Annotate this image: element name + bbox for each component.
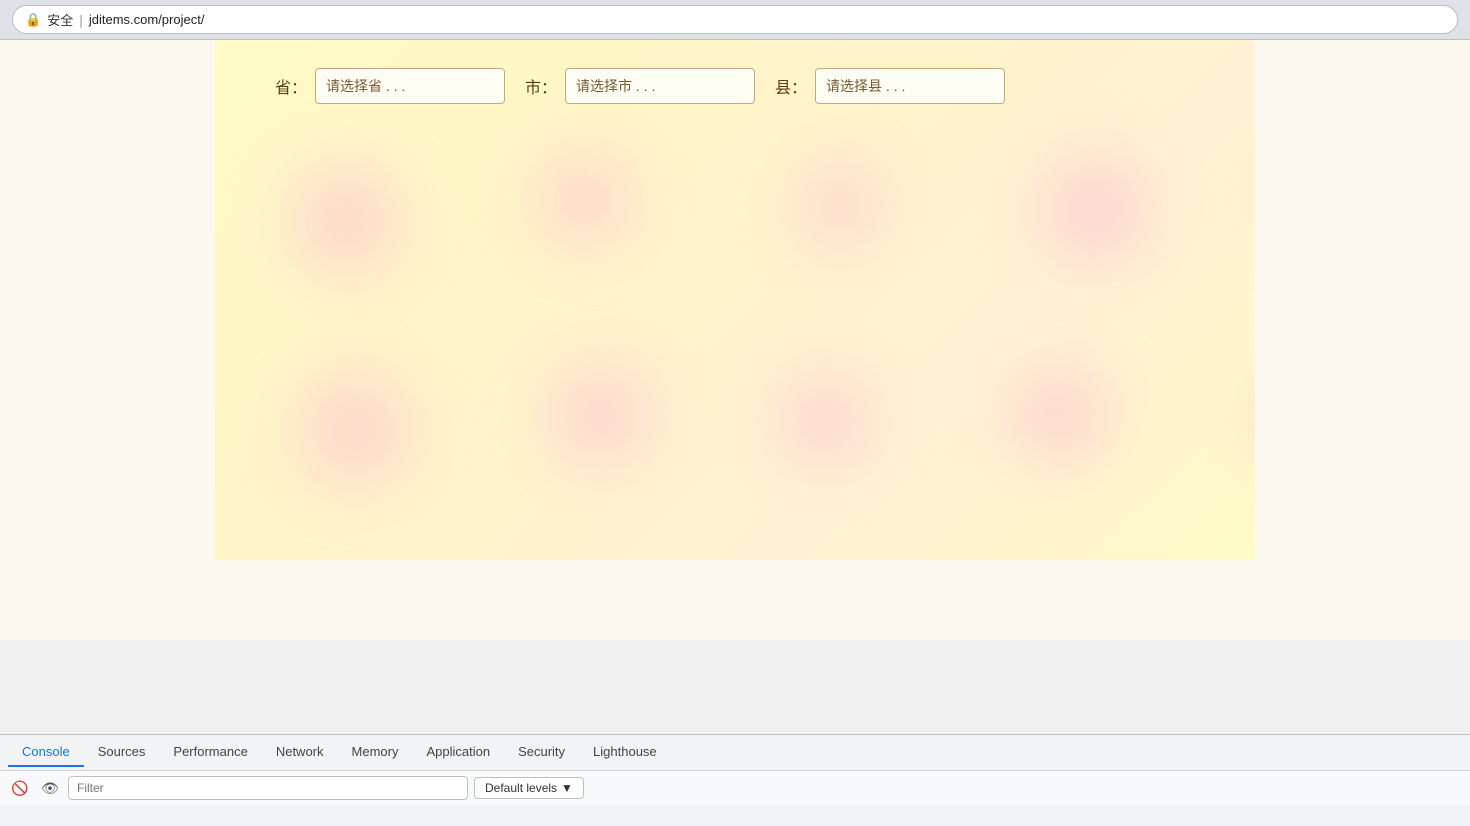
devtools-panel: Console Sources Performance Network Memo…	[0, 734, 1470, 826]
county-select[interactable]: 请选择县 . . .	[815, 68, 1005, 104]
tab-memory[interactable]: Memory	[338, 738, 413, 767]
tab-sources[interactable]: Sources	[84, 738, 160, 767]
address-bar[interactable]: 🔒 安全 | jditems.com/project/	[12, 5, 1458, 34]
filter-icon-button[interactable]: 👁	[38, 776, 62, 800]
decorative-blob-7	[295, 370, 415, 490]
tab-lighthouse[interactable]: Lighthouse	[579, 738, 671, 767]
decorative-blob-4	[1035, 150, 1155, 270]
separator: |	[79, 12, 83, 28]
security-icon: 🔒	[25, 12, 41, 28]
url-text: jditems.com/project/	[89, 12, 205, 27]
default-levels-button[interactable]: Default levels ▼	[474, 777, 584, 799]
city-label: 市：	[525, 74, 557, 98]
clear-console-button[interactable]: 🚫	[8, 776, 32, 800]
tab-network[interactable]: Network	[262, 738, 338, 767]
tab-console[interactable]: Console	[8, 738, 84, 767]
county-label: 县：	[775, 74, 807, 98]
province-label: 省：	[275, 74, 307, 98]
decorative-blob-3	[795, 160, 885, 250]
city-group: 市： 请选择市 . . .	[525, 68, 755, 104]
page-background: 省： 请选择省 . . . 市： 请选择市 . . . 县： 请选择县 . . …	[0, 40, 1470, 640]
province-group: 省： 请选择省 . . .	[275, 68, 505, 104]
tab-application[interactable]: Application	[412, 738, 504, 767]
devtools-tabs: Console Sources Performance Network Memo…	[0, 735, 1470, 771]
levels-label: Default levels	[485, 781, 557, 795]
tab-security[interactable]: Security	[504, 738, 579, 767]
levels-chevron-icon: ▼	[561, 781, 573, 795]
decorative-blob-1	[285, 160, 405, 280]
province-select[interactable]: 请选择省 . . .	[315, 68, 505, 104]
decorative-blob-9	[775, 370, 875, 470]
browser-bar: 🔒 安全 | jditems.com/project/	[0, 0, 1470, 40]
decorative-blob-8	[545, 360, 655, 470]
browser-content: 省： 请选择省 . . . 市： 请选择市 . . . 县： 请选择县 . . …	[0, 40, 1470, 640]
filter-input[interactable]	[68, 776, 468, 800]
devtools-toolbar: 🚫 👁 Default levels ▼	[0, 771, 1470, 805]
county-group: 县： 请选择县 . . .	[775, 68, 1005, 104]
decorative-blob-10	[1005, 360, 1115, 470]
main-content-area: 省： 请选择省 . . . 市： 请选择市 . . . 县： 请选择县 . . …	[215, 40, 1255, 560]
decorative-blob-2	[535, 150, 635, 250]
selectors-row: 省： 请选择省 . . . 市： 请选择市 . . . 县： 请选择县 . . …	[215, 68, 1255, 104]
city-select[interactable]: 请选择市 . . .	[565, 68, 755, 104]
security-text: 安全	[47, 10, 73, 29]
tab-performance[interactable]: Performance	[159, 738, 261, 767]
